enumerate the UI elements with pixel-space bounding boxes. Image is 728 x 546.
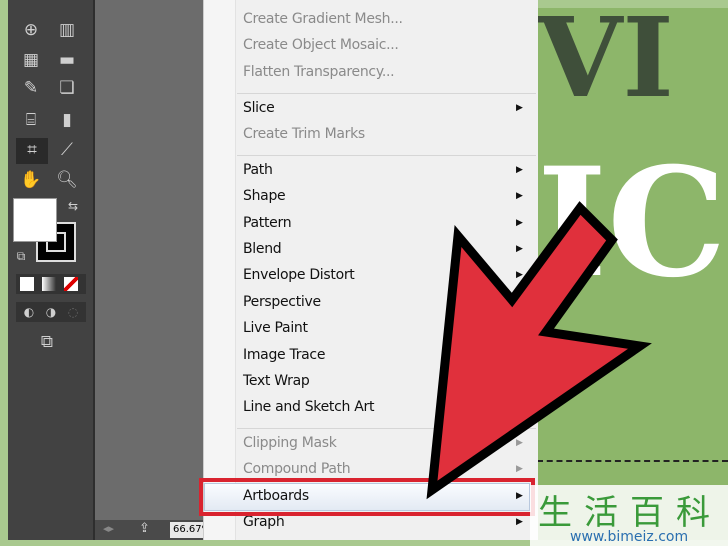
pointer-arrow: [426, 201, 652, 500]
watermark: 生活百科 www.bimeiz.com: [530, 485, 728, 546]
